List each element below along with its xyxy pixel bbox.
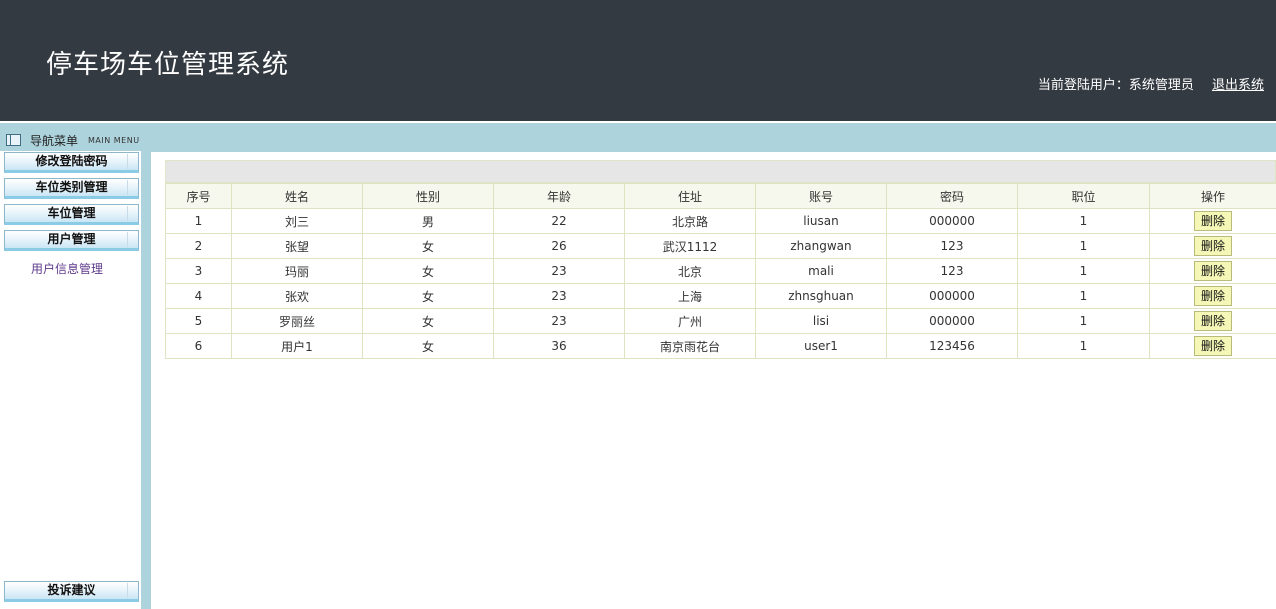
cell-age: 23 [493,308,625,334]
cell-position: 1 [1017,208,1150,234]
col-header-actions: 操作 [1149,183,1276,209]
col-header-age: 年龄 [493,183,625,209]
table-row: 3 玛丽 女 23 北京 mali 123 1 删除 [165,258,1276,284]
cell-address: 南京雨花台 [624,333,756,359]
cell-age: 23 [493,258,625,284]
cell-actions: 删除 [1149,283,1276,309]
cell-account: mali [755,258,887,284]
menu-item-space-category[interactable]: 车位类别管理 [4,178,139,199]
menu-item-complaints[interactable]: 投诉建议 [4,581,139,602]
cell-password: 000000 [886,283,1018,309]
content-panel: 序号 姓名 性别 年龄 住址 账号 密码 职位 操作 1 刘三 男 22 北京路… [151,152,1276,609]
main-area: 导航菜单 MAIN MENU 修改登陆密码 车位类别管理 车位管理 用户管理 用… [0,123,1276,609]
delete-button[interactable]: 删除 [1194,236,1232,256]
cell-position: 1 [1017,333,1150,359]
cell-position: 1 [1017,258,1150,284]
menu-panel-icon [6,134,21,146]
cell-actions: 删除 [1149,308,1276,334]
delete-button[interactable]: 删除 [1194,211,1232,231]
delete-button[interactable]: 删除 [1194,336,1232,356]
user-table: 序号 姓名 性别 年龄 住址 账号 密码 职位 操作 1 刘三 男 22 北京路… [165,183,1276,359]
menu-header: 导航菜单 MAIN MENU [0,131,150,149]
table-row: 5 罗丽丝 女 23 广州 lisi 000000 1 删除 [165,308,1276,334]
menu-item-space-management[interactable]: 车位管理 [4,204,139,225]
cell-actions: 删除 [1149,208,1276,234]
sidebar: 修改登陆密码 车位类别管理 车位管理 用户管理 用户信息管理 投诉建议 [0,151,141,609]
col-header-account: 账号 [755,183,887,209]
col-header-address: 住址 [624,183,756,209]
cell-no: 5 [165,308,232,334]
current-user-label: 当前登陆用户：系统管理员 [1037,78,1194,93]
logout-link[interactable]: 退出系统 [1212,78,1264,93]
user-info: 当前登陆用户：系统管理员 退出系统 [1038,74,1264,93]
cell-password: 000000 [886,308,1018,334]
menu-item-user-management[interactable]: 用户管理 [4,230,139,251]
cell-age: 22 [493,208,625,234]
table-title-bar [165,160,1276,183]
cell-password: 123 [886,258,1018,284]
delete-button[interactable]: 删除 [1194,261,1232,281]
col-header-no: 序号 [165,183,232,209]
cell-account: zhnsghuan [755,283,887,309]
cell-address: 北京路 [624,208,756,234]
cell-password: 000000 [886,208,1018,234]
cell-account: lisi [755,308,887,334]
delete-button[interactable]: 删除 [1194,286,1232,306]
table-header-row: 序号 姓名 性别 年龄 住址 账号 密码 职位 操作 [165,183,1276,209]
cell-name: 玛丽 [231,258,363,284]
cell-name: 张望 [231,233,363,259]
cell-address: 北京 [624,258,756,284]
cell-no: 1 [165,208,232,234]
col-header-password: 密码 [886,183,1018,209]
cell-password: 123 [886,233,1018,259]
col-header-position: 职位 [1017,183,1150,209]
cell-no: 4 [165,283,232,309]
cell-gender: 男 [362,208,494,234]
header-bar: 停车场车位管理系统 当前登陆用户：系统管理员 退出系统 [0,0,1276,121]
cell-account: user1 [755,333,887,359]
cell-age: 26 [493,233,625,259]
cell-position: 1 [1017,308,1150,334]
col-header-gender: 性别 [362,183,494,209]
cell-account: zhangwan [755,233,887,259]
cell-gender: 女 [362,333,494,359]
cell-age: 36 [493,333,625,359]
cell-name: 用户1 [231,333,363,359]
menu-subtitle: MAIN MENU [88,136,140,145]
cell-address: 广州 [624,308,756,334]
cell-actions: 删除 [1149,233,1276,259]
cell-position: 1 [1017,283,1150,309]
cell-no: 3 [165,258,232,284]
col-header-name: 姓名 [231,183,363,209]
cell-actions: 删除 [1149,258,1276,284]
cell-gender: 女 [362,233,494,259]
app-title: 停车场车位管理系统 [46,50,290,80]
sub-item-user-info[interactable]: 用户信息管理 [31,260,103,277]
cell-gender: 女 [362,283,494,309]
menu-title: 导航菜单 [30,134,79,148]
table-row: 4 张欢 女 23 上海 zhnsghuan 000000 1 删除 [165,283,1276,309]
cell-position: 1 [1017,233,1150,259]
cell-address: 武汉1112 [624,233,756,259]
table-row: 6 用户1 女 36 南京雨花台 user1 123456 1 删除 [165,333,1276,359]
menu-item-change-password[interactable]: 修改登陆密码 [4,152,139,173]
cell-gender: 女 [362,258,494,284]
cell-actions: 删除 [1149,333,1276,359]
cell-account: liusan [755,208,887,234]
cell-address: 上海 [624,283,756,309]
delete-button[interactable]: 删除 [1194,311,1232,331]
table-row: 2 张望 女 26 武汉1112 zhangwan 123 1 删除 [165,233,1276,259]
cell-no: 6 [165,333,232,359]
cell-age: 23 [493,283,625,309]
cell-password: 123456 [886,333,1018,359]
cell-name: 刘三 [231,208,363,234]
table-row: 1 刘三 男 22 北京路 liusan 000000 1 删除 [165,208,1276,234]
cell-name: 罗丽丝 [231,308,363,334]
cell-no: 2 [165,233,232,259]
cell-gender: 女 [362,308,494,334]
cell-name: 张欢 [231,283,363,309]
